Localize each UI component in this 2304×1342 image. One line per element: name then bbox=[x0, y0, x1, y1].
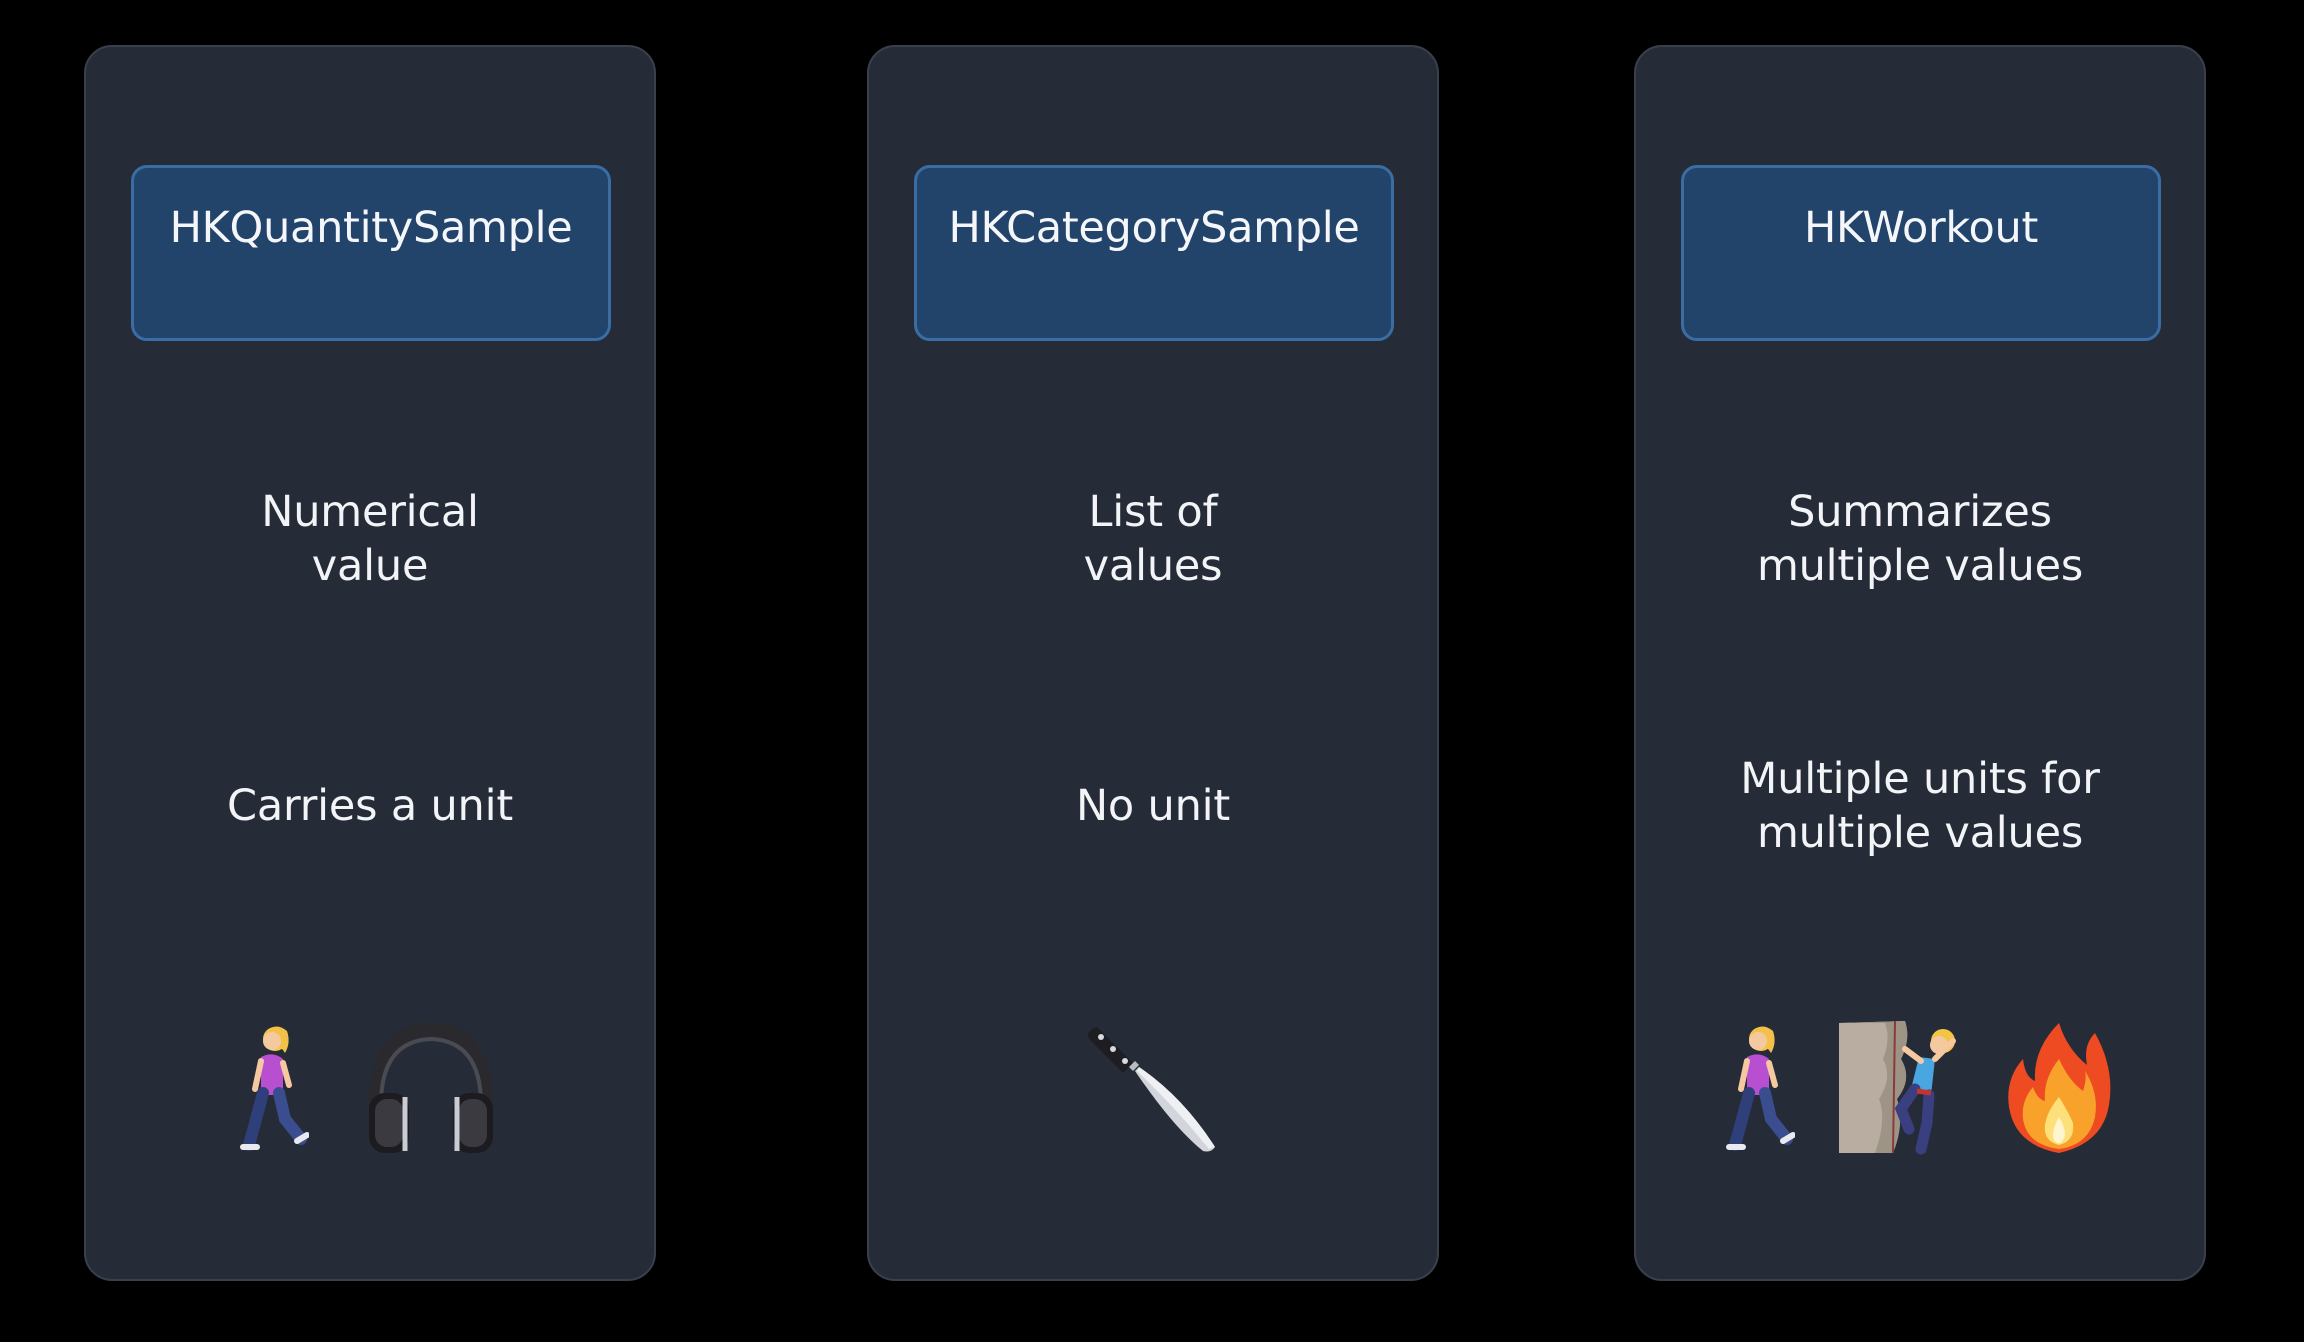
fire-icon bbox=[2008, 1023, 2111, 1153]
person-climbing-icon bbox=[1839, 1020, 1956, 1155]
quantity-sample-panel: HKQuantitySample Numerical value Carries… bbox=[84, 45, 656, 1281]
description-line: multiple values bbox=[1756, 541, 2084, 591]
person-walking-icon bbox=[240, 1026, 309, 1151]
description-unit: Carries a unit bbox=[86, 779, 654, 833]
category-sample-panel: HKCategorySample List of values No unit bbox=[867, 45, 1439, 1281]
type-box: HKCategorySample bbox=[914, 165, 1394, 341]
description-line: multiple values bbox=[1756, 808, 2084, 858]
description-line: Summarizes bbox=[1788, 487, 2052, 537]
type-box: HKQuantitySample bbox=[131, 165, 611, 341]
headphones-icon bbox=[368, 1021, 494, 1153]
description-line: List of bbox=[1088, 487, 1218, 537]
workout-panel: HKWorkout Summarizes multiple values Mul… bbox=[1634, 45, 2206, 1281]
description-line: Multiple units for bbox=[1740, 754, 2100, 804]
description-line: values bbox=[1083, 541, 1223, 591]
description-value: Summarizes multiple values bbox=[1636, 485, 2204, 593]
emoji-row bbox=[869, 1012, 1437, 1162]
knife-icon bbox=[1088, 1027, 1215, 1152]
description-value: Numerical value bbox=[86, 485, 654, 593]
description-line: Numerical bbox=[261, 487, 479, 537]
person-walking-icon bbox=[1726, 1026, 1795, 1151]
type-title: HKWorkout bbox=[1803, 203, 2039, 253]
emoji-row bbox=[86, 1012, 654, 1162]
description-line: value bbox=[311, 541, 429, 591]
description-value: List of values bbox=[869, 485, 1437, 593]
emoji-row bbox=[1636, 1012, 2204, 1162]
description-unit: Multiple units for multiple values bbox=[1636, 752, 2204, 860]
type-title: HKQuantitySample bbox=[169, 203, 573, 253]
description-unit: No unit bbox=[869, 779, 1437, 833]
type-title: HKCategorySample bbox=[948, 203, 1360, 253]
description-line: No unit bbox=[1075, 781, 1231, 831]
type-box: HKWorkout bbox=[1681, 165, 2161, 341]
description-line: Carries a unit bbox=[227, 781, 513, 831]
